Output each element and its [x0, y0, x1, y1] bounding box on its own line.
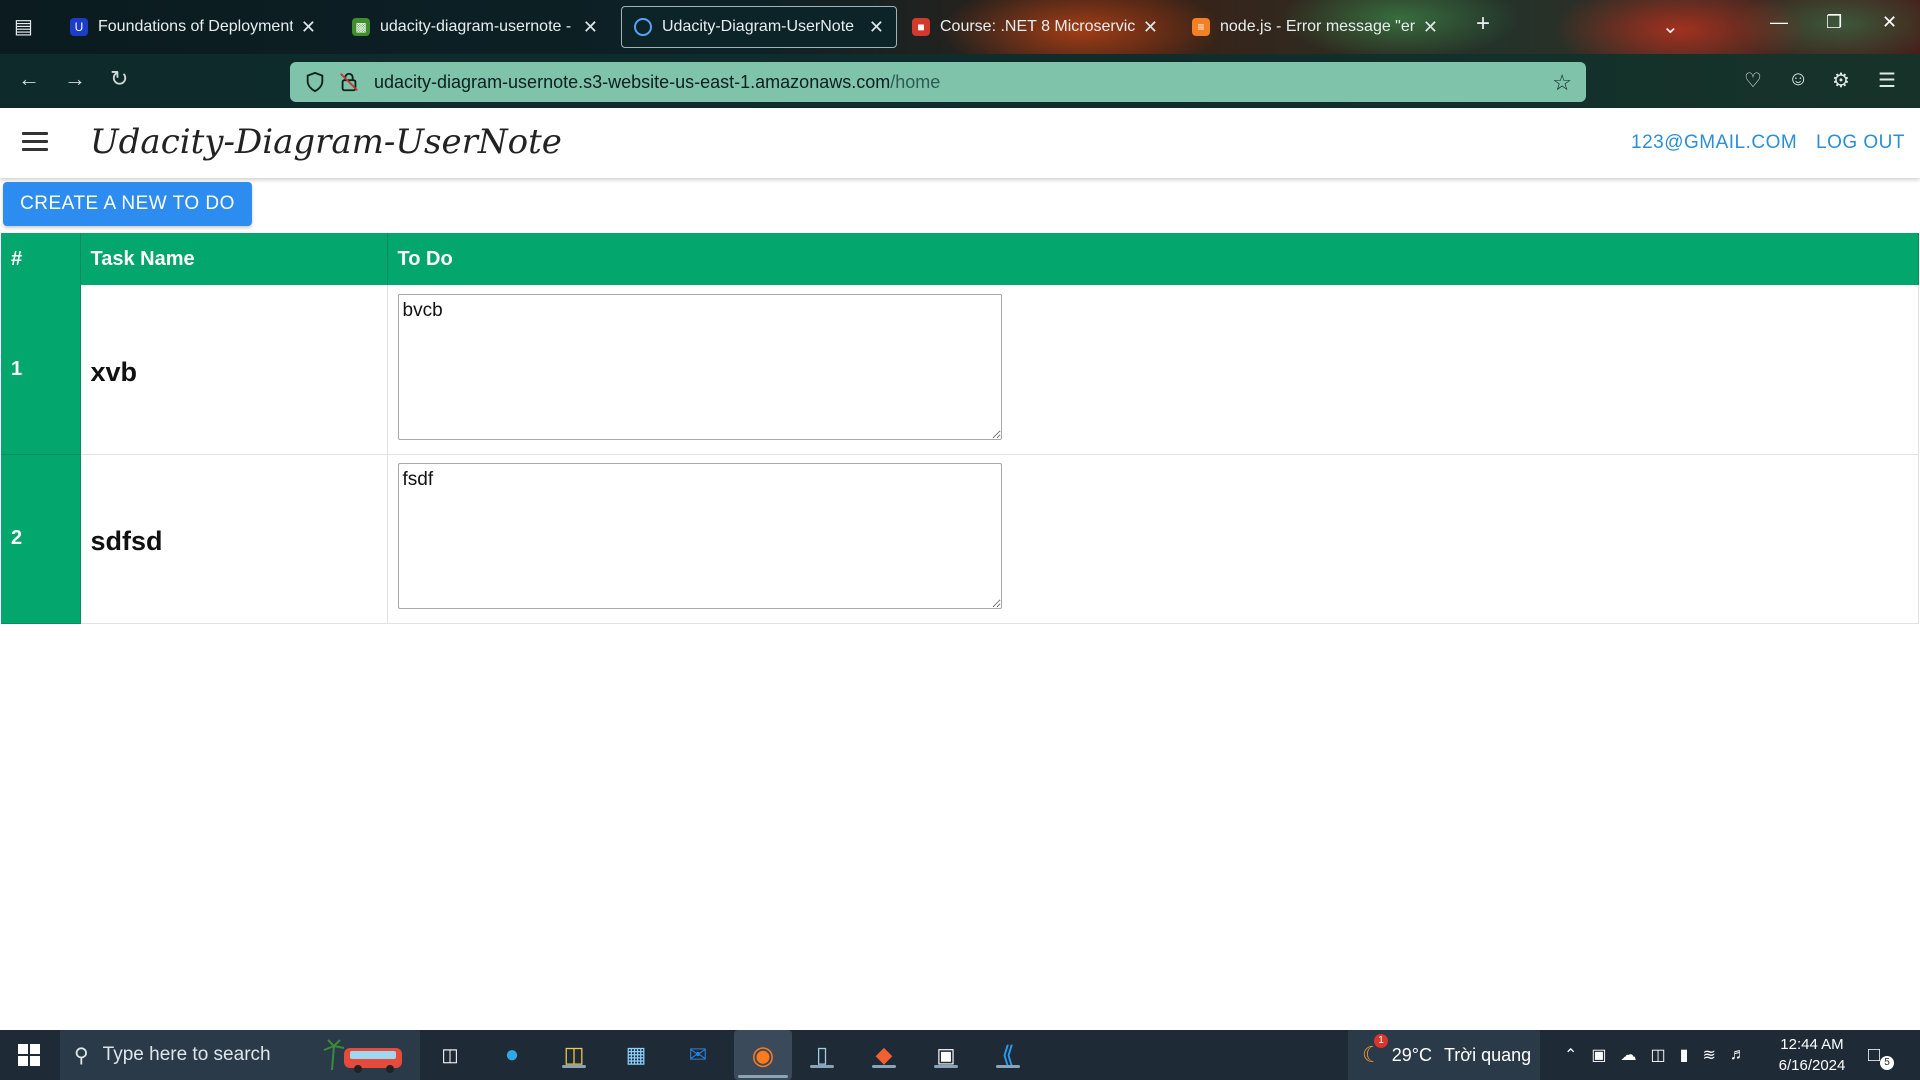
- battery-icon[interactable]: ▮: [1680, 1045, 1689, 1065]
- account-icon[interactable]: ☺: [1788, 68, 1808, 91]
- minimize-icon[interactable]: —: [1770, 12, 1788, 33]
- column-header-todo: To Do: [387, 233, 1919, 285]
- url-text[interactable]: udacity-diagram-usernote.s3-website-us-e…: [374, 72, 940, 93]
- weather-badge: 1: [1374, 1034, 1388, 1048]
- taskbar-clock[interactable]: 12:44 AM 6/16/2024: [1774, 1034, 1850, 1076]
- windows-start-icon[interactable]: [18, 1044, 40, 1066]
- create-new-todo-button[interactable]: CREATE A NEW TO DO: [3, 182, 252, 226]
- address-bar[interactable]: udacity-diagram-usernote.s3-website-us-e…: [290, 62, 1586, 102]
- clock-time: 12:44 AM: [1780, 1036, 1844, 1053]
- file-explorer-icon[interactable]: ◫: [558, 1040, 590, 1070]
- notepad-icon[interactable]: ▯: [806, 1040, 838, 1070]
- weather-desc: Trời quang: [1443, 1044, 1532, 1065]
- logout-button[interactable]: LOG OUT: [1816, 132, 1905, 154]
- column-header-number: #: [1, 233, 81, 285]
- weather-moon-icon: ☾ 1: [1362, 1034, 1388, 1068]
- stackoverflow-icon: ≡: [1192, 18, 1210, 36]
- extensions-icon[interactable]: ⚙: [1832, 68, 1850, 93]
- hamburger-menu-icon[interactable]: [22, 132, 48, 152]
- network-device-icon[interactable]: ◫: [1651, 1045, 1666, 1065]
- close-icon[interactable]: ✕: [1143, 17, 1158, 38]
- forward-arrow-icon[interactable]: →: [64, 66, 86, 92]
- insecure-lock-icon[interactable]: [338, 71, 360, 93]
- tab-s3-bucket[interactable]: ▩ udacity-diagram-usernote - S3 ✕: [340, 6, 610, 48]
- task-view-icon[interactable]: ◫: [434, 1040, 466, 1070]
- restore-icon[interactable]: ❐: [1826, 12, 1842, 33]
- app-title: Udacity-Diagram-UserNote: [90, 122, 562, 162]
- globe-icon: [634, 18, 652, 36]
- task-name: xvb: [80, 285, 388, 455]
- tab-overview-icon[interactable]: ▤: [14, 14, 33, 39]
- system-tray: ⌃ ▣ ☁ ◫ ▮ ≋ ♬: [1564, 1030, 1746, 1080]
- url-host: udacity-diagram-usernote.s3-website-us-e…: [374, 71, 891, 92]
- meet-now-icon[interactable]: ▣: [1591, 1045, 1606, 1065]
- onedrive-icon[interactable]: ☁: [1621, 1045, 1637, 1065]
- menu-icon[interactable]: ☰: [1878, 68, 1896, 93]
- close-icon[interactable]: ✕: [1423, 17, 1438, 38]
- chevron-up-icon[interactable]: ⌃: [1564, 1045, 1577, 1065]
- row-number: 1: [1, 285, 81, 455]
- task-name: sdfsd: [80, 454, 388, 624]
- table-row: 2 sdfsd fsdf: [1, 454, 1919, 624]
- tab-nodejs-error[interactable]: ≡ node.js - Error message "error: ✕: [1180, 6, 1450, 48]
- window-close-icon[interactable]: ✕: [1882, 12, 1897, 33]
- microsoft-store-icon[interactable]: ▦: [620, 1040, 652, 1070]
- s3-bucket-icon: ▩: [352, 18, 370, 36]
- back-arrow-icon[interactable]: ←: [18, 66, 40, 92]
- firefox-icon[interactable]: ◉: [734, 1030, 792, 1080]
- volume-icon[interactable]: ♬: [1730, 1046, 1746, 1064]
- wifi-icon[interactable]: ≋: [1702, 1045, 1715, 1065]
- udacity-icon: U: [70, 18, 88, 36]
- search-highlight-art-icon: [323, 1039, 402, 1073]
- vscode-icon[interactable]: ⟪: [992, 1040, 1024, 1070]
- close-icon[interactable]: ✕: [869, 17, 884, 38]
- clock-date: 6/16/2024: [1778, 1057, 1846, 1074]
- todo-table: # Task Name To Do 1 xvb bvcb 2 sdfsd fsd…: [1, 233, 1919, 624]
- column-header-task-name: Task Name: [80, 233, 388, 285]
- new-tab-plus-icon[interactable]: +: [1476, 10, 1490, 38]
- bookmark-star-icon[interactable]: ☆: [1552, 70, 1572, 96]
- chevron-down-icon[interactable]: ⌄: [1662, 14, 1679, 39]
- tab-course-net8[interactable]: ■ Course: .NET 8 Microservices: ✕: [900, 6, 1170, 48]
- close-icon[interactable]: ✕: [583, 17, 598, 38]
- close-icon[interactable]: ✕: [301, 17, 316, 38]
- browser-tab-bar: ▤ U Foundations of Deployment Pro ✕ ▩ ud…: [0, 0, 1920, 54]
- url-path: /home: [890, 71, 941, 92]
- notification-count: 5: [1880, 1056, 1894, 1070]
- shield-icon[interactable]: [304, 71, 326, 93]
- edge-browser-icon[interactable]: ●: [496, 1040, 528, 1070]
- todo-cell: bvcb: [387, 285, 1919, 455]
- weather-widget[interactable]: ☾ 1 29°C Trời quang: [1348, 1030, 1540, 1080]
- row-number: 2: [1, 454, 81, 624]
- user-email-link[interactable]: 123@GMAIL.COM: [1631, 132, 1797, 154]
- tab-udacity-diagram-usernote[interactable]: Udacity-Diagram-UserNote ✕: [621, 6, 897, 48]
- todo-cell: fsdf: [387, 454, 1919, 624]
- reload-icon[interactable]: ↻: [110, 66, 128, 92]
- todo-textarea[interactable]: bvcb: [397, 293, 1002, 440]
- search-icon: ⚲: [74, 1044, 89, 1067]
- tab-foundations-deployment[interactable]: U Foundations of Deployment Pro ✕: [58, 6, 328, 48]
- notification-center-icon[interactable]: □ 5: [1868, 1030, 1894, 1080]
- mail-icon[interactable]: ✉: [682, 1040, 714, 1070]
- pocket-icon[interactable]: ♡: [1744, 68, 1762, 93]
- git-icon[interactable]: ◆: [868, 1040, 900, 1070]
- terminal-icon[interactable]: ▣: [930, 1040, 962, 1070]
- windows-taskbar: ⚲ Type here to search ◫ ● ◫ ▦ ✉ ◉ ▯ ◆ ▣ …: [0, 1030, 1920, 1080]
- weather-temp: 29°C: [1391, 1044, 1432, 1065]
- course-icon: ■: [912, 18, 930, 36]
- table-header-row: # Task Name To Do: [1, 233, 1919, 285]
- app-header: Udacity-Diagram-UserNote 123@GMAIL.COM L…: [0, 108, 1920, 178]
- table-row: 1 xvb bvcb: [1, 285, 1919, 455]
- taskbar-search-box[interactable]: ⚲ Type here to search: [60, 1030, 420, 1080]
- todo-textarea[interactable]: fsdf: [397, 463, 1002, 609]
- search-placeholder: Type here to search: [102, 1044, 271, 1065]
